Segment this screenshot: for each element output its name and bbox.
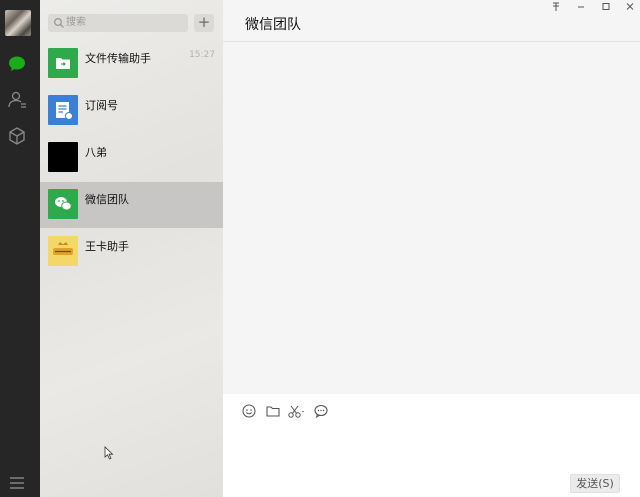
folder-icon[interactable] xyxy=(265,403,281,419)
chat-icon[interactable] xyxy=(6,53,28,75)
maximize-icon[interactable] xyxy=(595,0,617,14)
subscription-icon xyxy=(48,95,78,125)
search-box[interactable]: 搜索 xyxy=(48,14,188,32)
avatar xyxy=(48,142,78,172)
session-item-file-transfer[interactable]: 文件传输助手 15:27 xyxy=(40,41,223,87)
session-item-subscriptions[interactable]: 订阅号 xyxy=(40,88,223,134)
mouse-cursor-icon xyxy=(104,446,114,460)
message-area[interactable] xyxy=(223,42,640,394)
add-button[interactable]: + xyxy=(194,14,214,32)
session-item-wechat-team[interactable]: 微信团队 xyxy=(40,182,223,228)
nav-rail xyxy=(0,0,40,497)
wangka-icon xyxy=(48,236,78,266)
chat-title: 微信团队 xyxy=(245,17,301,33)
session-name: 文件传输助手 xyxy=(85,52,151,65)
minimize-icon[interactable] xyxy=(570,0,592,14)
chat-history-icon[interactable] xyxy=(313,403,329,419)
session-item-badi[interactable]: 八弟 xyxy=(40,135,223,181)
user-avatar[interactable] xyxy=(5,10,31,36)
chat-panel: 微信团队 发送(S) xyxy=(223,0,640,497)
session-item-wangka[interactable]: 王卡助手 xyxy=(40,229,223,275)
session-name: 八弟 xyxy=(85,146,107,159)
file-transfer-icon xyxy=(48,48,78,78)
chat-header: 微信团队 xyxy=(223,0,640,42)
pin-icon[interactable] xyxy=(545,0,567,14)
search-icon xyxy=(54,18,64,28)
session-name: 微信团队 xyxy=(85,193,129,206)
search-placeholder[interactable]: 搜索 xyxy=(66,16,86,30)
wechat-team-icon xyxy=(48,189,78,219)
send-button[interactable]: 发送(S) xyxy=(570,474,620,493)
session-time: 15:27 xyxy=(189,50,215,60)
close-icon[interactable] xyxy=(619,0,640,14)
session-name: 王卡助手 xyxy=(85,240,129,253)
favorites-icon[interactable] xyxy=(6,125,28,147)
contacts-icon[interactable] xyxy=(6,89,28,111)
scissors-icon[interactable] xyxy=(287,403,307,419)
emoji-icon[interactable] xyxy=(241,403,257,419)
menu-icon[interactable] xyxy=(6,472,28,494)
session-list: 搜索 + 文件传输助手 15:27 订阅号 八弟 微信团队 王卡助手 xyxy=(40,0,223,497)
message-composer[interactable]: 发送(S) xyxy=(223,394,640,497)
session-name: 订阅号 xyxy=(85,99,118,112)
